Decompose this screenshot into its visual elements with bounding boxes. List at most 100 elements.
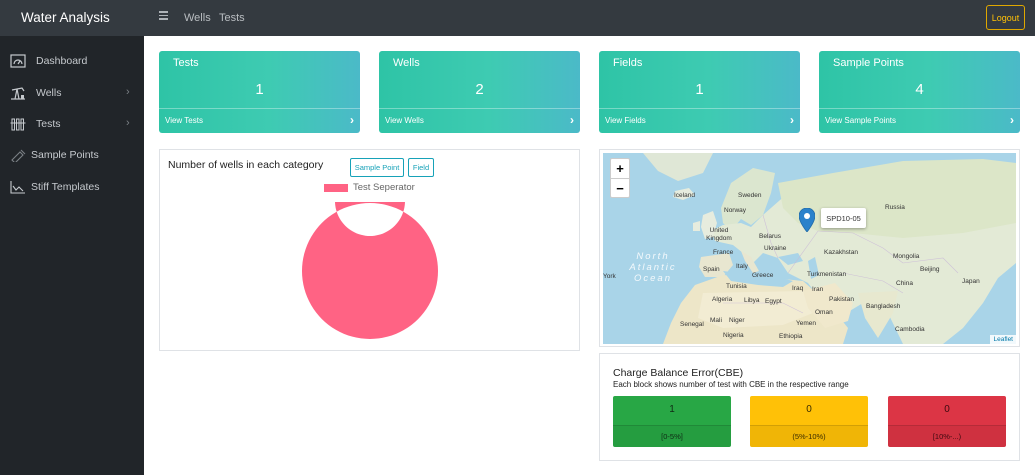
sidebar-item-label: Sample Points	[31, 149, 99, 161]
cbe-range: [10%-...)	[888, 425, 1006, 447]
card-divider	[599, 108, 800, 109]
card-title: Tests	[173, 57, 199, 69]
map-label: Italy	[736, 263, 748, 270]
card-wells: Wells 2 View Wells ›	[379, 51, 580, 133]
chevron-right-icon: ›	[126, 86, 130, 98]
map-label: United Kingdom	[706, 227, 732, 242]
card-title: Wells	[393, 57, 420, 69]
sidebar-item-wells[interactable]: Wells ›	[0, 81, 144, 105]
map-label: York	[603, 273, 616, 280]
map-label: Bangladesh	[866, 303, 901, 310]
map-label: Ethiopia	[779, 333, 803, 340]
cbe-block-low[interactable]: 1 [0-5%]	[613, 396, 731, 447]
map-label: France	[713, 249, 734, 256]
oil-pump-icon	[11, 87, 25, 100]
sidebar-item-label: Stiff Templates	[31, 181, 100, 193]
map-label: Turkmenistan	[807, 271, 847, 278]
sidebar: Dashboard Wells › Tests › Sample Points …	[0, 36, 144, 475]
legend-label[interactable]: Test Seperator	[353, 182, 415, 193]
field-button[interactable]: Field	[408, 158, 434, 177]
card-divider	[819, 108, 1020, 109]
map-label: Tunisia	[726, 283, 747, 290]
view-tests-link[interactable]: View Tests	[165, 116, 203, 125]
chevron-right-icon[interactable]: ›	[350, 113, 354, 127]
sample-point-icon	[11, 149, 26, 162]
logout-button[interactable]: Logout	[986, 5, 1025, 30]
chevron-right-icon[interactable]: ›	[790, 113, 794, 127]
cbe-block-high[interactable]: 0 [10%-...)	[888, 396, 1006, 447]
map-label: Yemen	[796, 320, 816, 327]
zoom-out-button[interactable]: −	[611, 178, 629, 197]
map-label: Norway	[724, 207, 747, 214]
sidebar-item-sample-points[interactable]: Sample Points	[0, 143, 144, 167]
map-label: Ukraine	[764, 245, 787, 252]
app-title[interactable]: Water Analysis	[21, 10, 110, 25]
cbe-block-medium[interactable]: 0 (5%-10%)	[750, 396, 868, 447]
map-label: Sweden	[738, 192, 762, 199]
sidebar-item-label: Tests	[36, 118, 61, 130]
chevron-right-icon: ›	[126, 117, 130, 129]
map-label: Kazakhstan	[824, 249, 858, 256]
view-sample-points-link[interactable]: View Sample Points	[825, 116, 896, 125]
nav-link-wells[interactable]: Wells	[184, 12, 211, 24]
map-label: Oman	[815, 309, 833, 316]
chevron-right-icon[interactable]: ›	[1010, 113, 1014, 127]
map-label: Iran	[812, 286, 824, 293]
cbe-range: (5%-10%)	[750, 425, 868, 447]
card-count: 1	[255, 81, 264, 98]
map-label: Libya	[744, 297, 760, 304]
card-fields: Fields 1 View Fields ›	[599, 51, 800, 133]
card-title: Sample Points	[833, 57, 904, 69]
map-label: Iraq	[792, 285, 804, 292]
hamburger-menu-icon[interactable]	[159, 11, 168, 20]
card-tests: Tests 1 View Tests ›	[159, 51, 360, 133]
zoom-control: + −	[610, 158, 630, 198]
map-land	[643, 153, 1016, 344]
map-label: Niger	[729, 317, 745, 324]
card-sample-points: Sample Points 4 View Sample Points ›	[819, 51, 1020, 133]
chart-title: Number of wells in each category	[168, 159, 324, 171]
view-wells-link[interactable]: View Wells	[385, 116, 424, 125]
map-label: Cambodia	[895, 326, 925, 333]
map-label: Algeria	[712, 296, 733, 303]
map-label: Mali	[710, 317, 722, 324]
doughnut-chart	[302, 202, 438, 339]
test-tubes-icon	[10, 118, 26, 131]
card-count: 1	[695, 81, 704, 98]
legend-swatch[interactable]	[324, 184, 348, 192]
world-map[interactable]: + − Iceland Sweden Norway Russia United …	[603, 153, 1016, 344]
map-label: Russia	[885, 204, 905, 211]
sample-point-button[interactable]: Sample Point	[350, 158, 404, 177]
card-divider	[159, 108, 360, 109]
view-fields-link[interactable]: View Fields	[605, 116, 646, 125]
cbe-title: Charge Balance Error(CBE)	[613, 367, 744, 379]
cbe-subtitle: Each block shows number of test with CBE…	[613, 380, 849, 389]
map-label: Belarus	[759, 233, 782, 240]
sidebar-item-dashboard[interactable]: Dashboard	[0, 49, 144, 73]
map-marker-icon[interactable]	[799, 208, 815, 232]
sidebar-item-stiff-templates[interactable]: Stiff Templates	[0, 175, 144, 199]
map-label: Spain	[703, 266, 720, 273]
map-label: Mongolia	[893, 253, 920, 260]
sidebar-item-tests[interactable]: Tests ›	[0, 112, 144, 136]
map-label: China	[896, 280, 913, 287]
map-label: Beijing	[920, 266, 940, 273]
top-navbar: Water Analysis Wells Tests Logout	[0, 0, 1035, 36]
dashboard-icon	[10, 54, 26, 68]
cbe-count: 0	[944, 404, 950, 415]
wells-chart-panel: Number of wells in each category Sample …	[159, 149, 580, 351]
cbe-range: [0-5%]	[613, 425, 731, 447]
nav-link-tests[interactable]: Tests	[219, 12, 245, 24]
line-chart-icon	[10, 181, 25, 194]
ocean-label: North Atlantic Ocean	[629, 251, 677, 284]
chevron-right-icon[interactable]: ›	[570, 113, 574, 127]
map-attribution-link[interactable]: Leaflet	[990, 335, 1016, 344]
map-label: Nigeria	[723, 332, 744, 339]
card-title: Fields	[613, 57, 643, 69]
zoom-in-button[interactable]: +	[611, 159, 629, 178]
map-label: Iceland	[674, 192, 695, 199]
card-count: 4	[915, 81, 924, 98]
map-label: Pakistan	[829, 296, 854, 303]
map-label: Egypt	[765, 298, 782, 305]
sidebar-item-label: Wells	[36, 87, 62, 99]
